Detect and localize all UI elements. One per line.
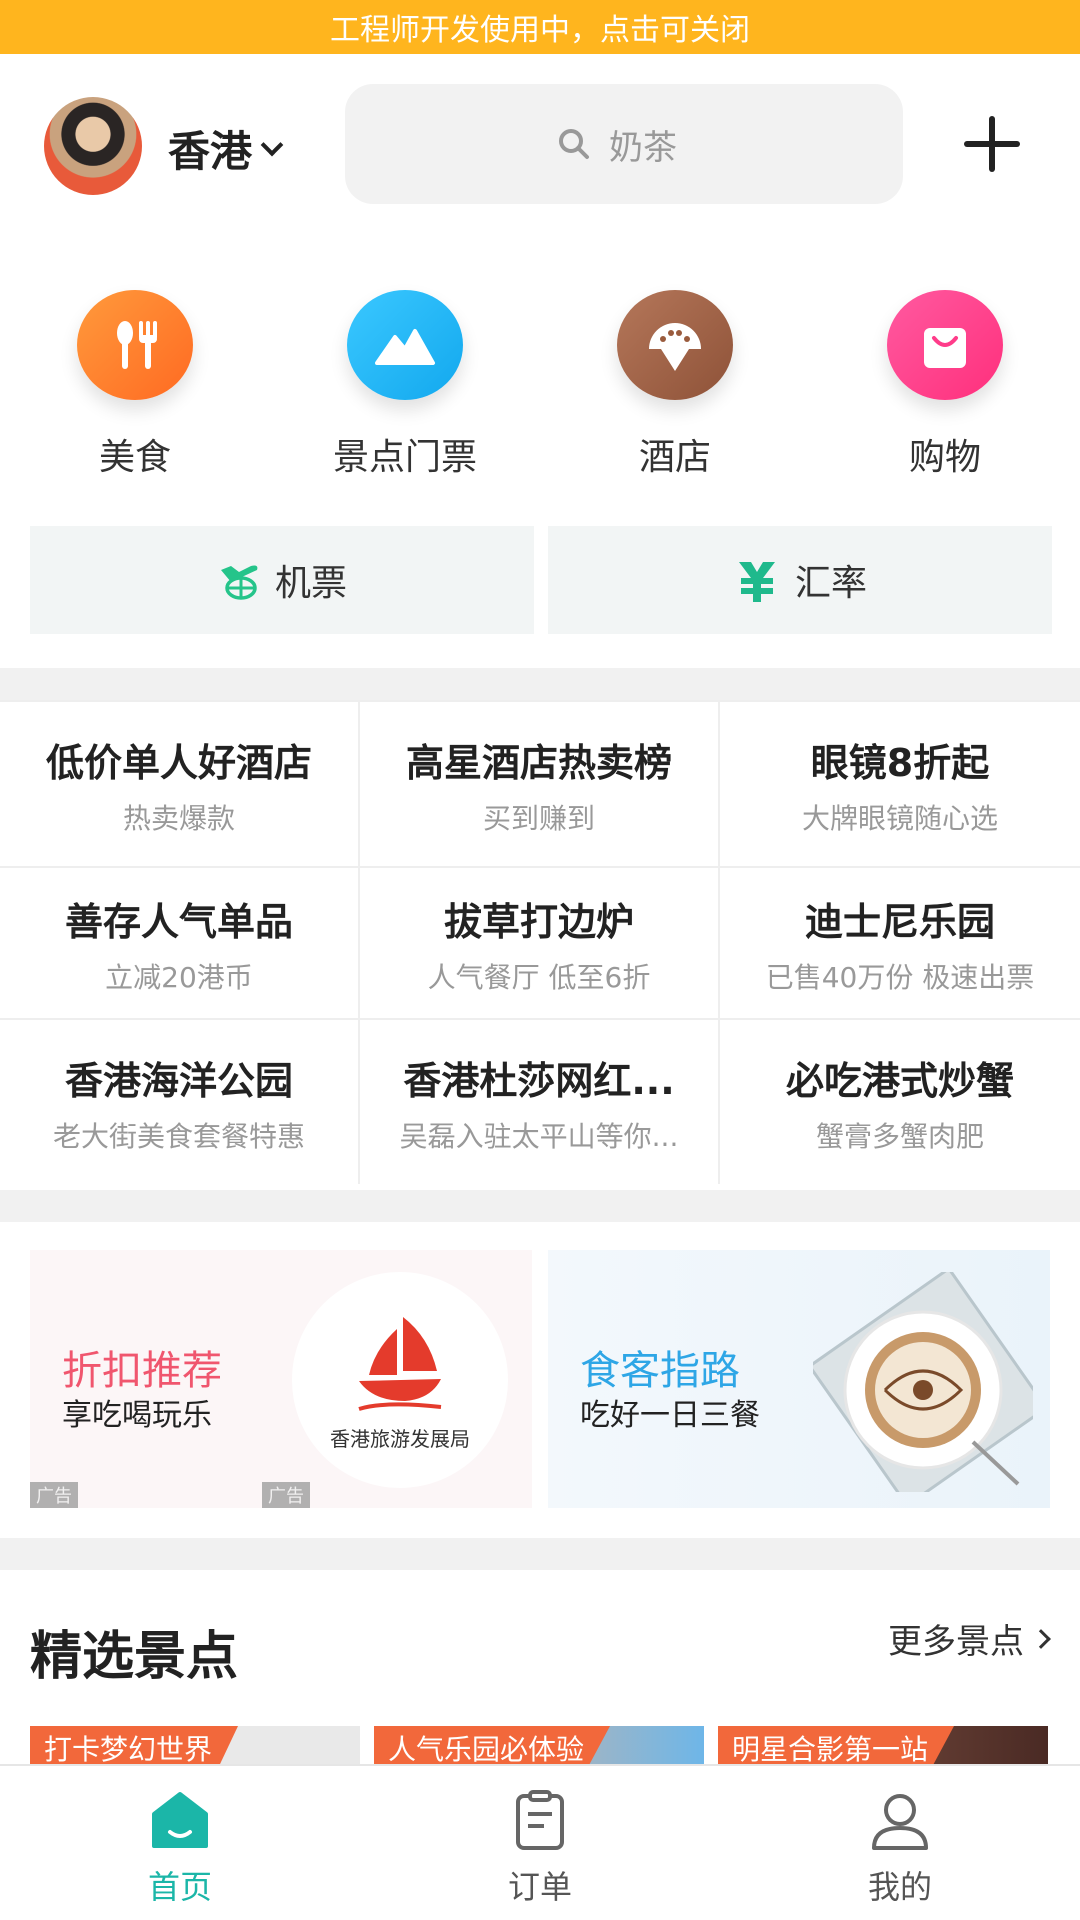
bottom-tab-bar: 首页 订单 我的 — [0, 1764, 1080, 1920]
hotel-icon — [617, 290, 733, 400]
mountain-icon — [347, 290, 463, 400]
grid-item-subtitle: 热卖爆款 — [122, 801, 235, 835]
tab-home[interactable]: 首页 — [0, 1766, 360, 1920]
coffee-image — [813, 1272, 1033, 1492]
more-attractions-link[interactable]: 更多景点 — [888, 1614, 1051, 1663]
grid-item-subtitle: 已售40万份 极速出票 — [765, 960, 1035, 994]
grid-row: 香港海洋公园 老大街美食套餐特惠 香港杜莎网红... 吴磊入驻太平山等你... … — [0, 1020, 1080, 1184]
grid-item[interactable]: 香港杜莎网红... 吴磊入驻太平山等你... — [360, 1020, 720, 1184]
grid-item[interactable]: 拔草打边炉 人气餐厅 低至6折 — [360, 868, 720, 1018]
card-tag: 明星合影第一站 — [718, 1726, 955, 1766]
grid-item[interactable]: 必吃港式炒蟹 蟹膏多蟹肉肥 — [720, 1020, 1080, 1184]
grid-item-title: 高星酒店热卖榜 — [405, 740, 672, 785]
grid-item-title: 眼镜8折起 — [810, 740, 990, 785]
grid-item[interactable]: 迪士尼乐园 已售40万份 极速出票 — [720, 868, 1080, 1018]
ad-banners: 折扣推荐 享吃喝玩乐 香港旅游发展局 广告 广告 食客指路 吃好一日三餐 — [30, 1250, 1050, 1508]
banner-subtitle: 吃好一日三餐 — [580, 1398, 760, 1433]
junk-boat-icon — [358, 1316, 442, 1411]
food-guide-banner[interactable]: 食客指路 吃好一日三餐 — [548, 1250, 1050, 1508]
banner-title: 折扣推荐 — [62, 1348, 222, 1394]
grid-item-title: 香港海洋公园 — [64, 1058, 293, 1103]
ad-badge: 广告 — [30, 1482, 78, 1508]
category-row: 美食 景点门票 酒店 购物 — [0, 290, 1080, 480]
flight-label: 机票 — [274, 563, 347, 604]
yen-icon — [738, 562, 775, 602]
grid-item-subtitle: 大牌眼镜随心选 — [801, 801, 998, 835]
exchange-rate-label: 汇率 — [794, 563, 867, 604]
category-hotel[interactable]: 酒店 — [540, 290, 810, 480]
category-shopping[interactable]: 购物 — [810, 290, 1080, 480]
grid-item[interactable]: 善存人气单品 立减20港币 — [0, 868, 360, 1018]
banner-title: 食客指路 — [580, 1348, 740, 1394]
grid-item[interactable]: 香港海洋公园 老大街美食套餐特惠 — [0, 1020, 360, 1184]
search-box[interactable]: 奶茶 — [345, 84, 903, 204]
grid-item-title: 低价单人好酒店 — [45, 740, 312, 785]
grid-item-subtitle: 老大街美食套餐特惠 — [52, 1119, 305, 1153]
grid-row: 善存人气单品 立减20港币 拔草打边炉 人气餐厅 低至6折 迪士尼乐园 已售40… — [0, 868, 1080, 1020]
dev-mode-banner[interactable]: 工程师开发使用中，点击可关闭 — [0, 0, 1080, 54]
grid-item-subtitle: 吴磊入驻太平山等你... — [399, 1119, 679, 1153]
grid-item[interactable]: 低价单人好酒店 热卖爆款 — [0, 702, 360, 866]
tab-label: 首页 — [147, 1868, 212, 1906]
grid-item-subtitle: 蟹膏多蟹肉肥 — [815, 1119, 984, 1153]
city-name: 香港 — [168, 127, 253, 176]
category-label: 购物 — [908, 437, 981, 478]
flight-button[interactable]: 机票 — [30, 526, 534, 634]
category-label: 美食 — [98, 437, 171, 478]
search-placeholder: 奶茶 — [609, 127, 677, 168]
food-icon — [77, 290, 193, 400]
grid-item-subtitle: 人气餐厅 低至6折 — [427, 960, 651, 994]
grid-item-title: 拔草打边炉 — [443, 899, 634, 944]
grid-item-title: 迪士尼乐园 — [804, 899, 995, 944]
shopping-bag-icon — [887, 290, 1003, 400]
plane-icon — [220, 565, 258, 600]
category-label: 景点门票 — [332, 437, 477, 478]
grid-item-title: 香港杜莎网红... — [403, 1058, 675, 1103]
grid-item-title: 必吃港式炒蟹 — [785, 1058, 1014, 1103]
grid-item[interactable]: 眼镜8折起 大牌眼镜随心选 — [720, 702, 1080, 866]
search-icon — [559, 129, 589, 159]
category-food[interactable]: 美食 — [0, 290, 270, 480]
ad-badge: 广告 — [262, 1482, 310, 1508]
exchange-rate-button[interactable]: 汇率 — [548, 526, 1052, 634]
attraction-card[interactable]: 人气乐园必体验 — [374, 1726, 704, 1766]
quick-actions: 机票 汇率 — [30, 526, 1052, 634]
grid-item[interactable]: 高星酒店热卖榜 买到赚到 — [360, 702, 720, 866]
divider — [0, 1190, 1080, 1222]
banner-subtitle: 享吃喝玩乐 — [62, 1398, 212, 1433]
add-icon[interactable] — [964, 116, 1020, 172]
more-label: 更多景点 — [888, 1622, 1024, 1662]
card-tag: 打卡梦幻世界 — [30, 1726, 239, 1766]
section-title: 精选景点 — [30, 1627, 239, 1687]
discount-banner[interactable]: 折扣推荐 享吃喝玩乐 香港旅游发展局 广告 广告 — [30, 1250, 532, 1508]
attraction-card[interactable]: 打卡梦幻世界 — [30, 1726, 360, 1766]
clipboard-icon — [516, 1790, 564, 1850]
category-tickets[interactable]: 景点门票 — [270, 290, 540, 480]
city-selector[interactable]: 香港 — [168, 118, 284, 179]
grid-item-subtitle: 立减20港币 — [105, 960, 253, 994]
chevron-right-icon — [1031, 1628, 1051, 1649]
grid-item-subtitle: 买到赚到 — [482, 801, 595, 835]
chevron-down-icon — [260, 133, 284, 156]
header: 香港 奶茶 — [0, 54, 1080, 234]
divider — [0, 668, 1080, 700]
attraction-card[interactable]: 明星合影第一站 — [718, 1726, 1048, 1766]
logo-text: 香港旅游发展局 — [330, 1426, 470, 1451]
tab-label: 我的 — [867, 1868, 932, 1906]
tab-orders[interactable]: 订单 — [360, 1766, 720, 1920]
card-tag: 人气乐园必体验 — [374, 1726, 611, 1766]
hk-tourism-logo: 香港旅游发展局 — [292, 1272, 508, 1488]
app-screen: 工程师开发使用中，点击可关闭 香港 奶茶 美食 景点门票 酒店 购物 机票 汇率… — [0, 0, 1080, 1920]
grid-row: 低价单人好酒店 热卖爆款 高星酒店热卖榜 买到赚到 眼镜8折起 大牌眼镜随心选 — [0, 702, 1080, 868]
tab-profile[interactable]: 我的 — [720, 1766, 1080, 1920]
promo-grid: 低价单人好酒店 热卖爆款 高星酒店热卖榜 买到赚到 眼镜8折起 大牌眼镜随心选 … — [0, 700, 1080, 1184]
category-label: 酒店 — [638, 437, 711, 478]
attraction-cards: 打卡梦幻世界 人气乐园必体验 明星合影第一站 — [30, 1726, 1080, 1766]
tab-label: 订单 — [507, 1868, 572, 1906]
avatar[interactable] — [44, 97, 142, 195]
grid-item-title: 善存人气单品 — [64, 899, 293, 944]
divider — [0, 1538, 1080, 1570]
user-icon — [872, 1794, 928, 1850]
home-icon — [152, 1792, 208, 1848]
